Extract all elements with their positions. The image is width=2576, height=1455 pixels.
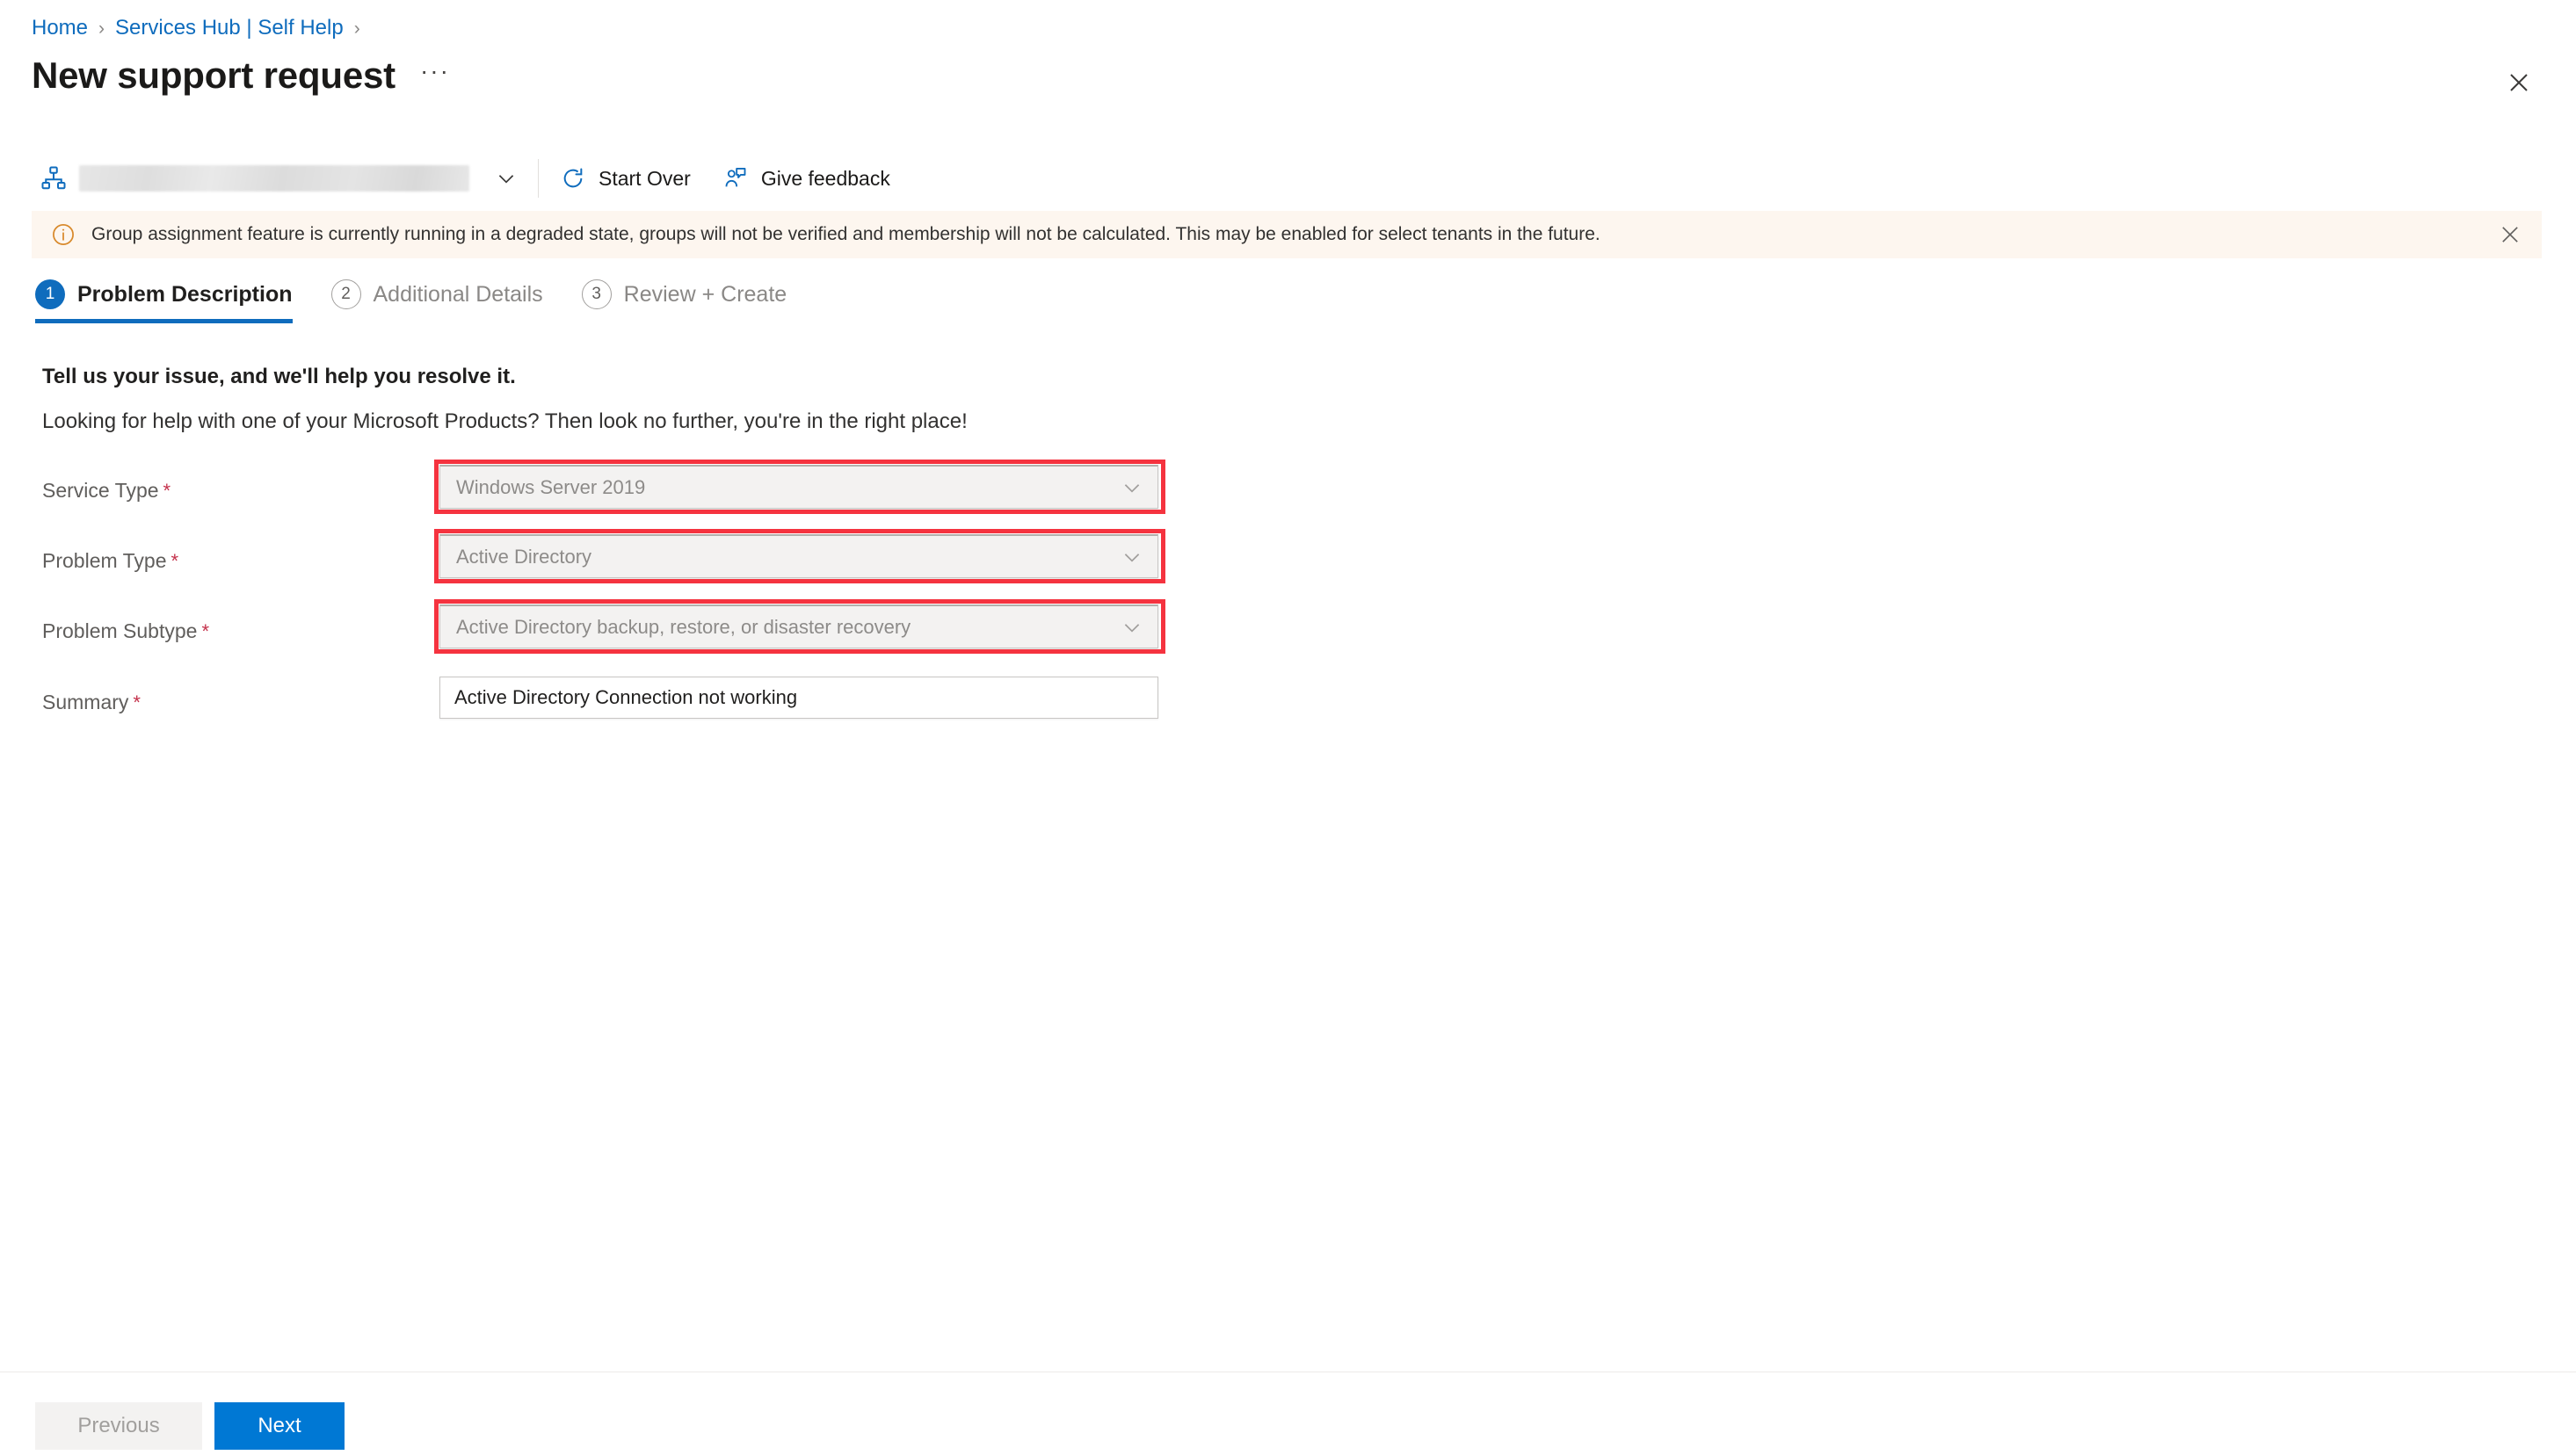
chevron-down-icon <box>1121 476 1143 499</box>
step-number-badge: 1 <box>35 279 65 309</box>
required-asterisk: * <box>201 620 209 642</box>
tenant-chevron-down-icon[interactable] <box>494 166 519 191</box>
breadcrumb-separator-icon: › <box>353 18 360 39</box>
step-label: Additional Details <box>373 281 543 307</box>
step-label: Problem Description <box>77 281 293 307</box>
lead-subtext: Looking for help with one of your Micros… <box>42 409 968 433</box>
problem-subtype-label: Problem Subtype * <box>42 619 209 642</box>
problem-type-dropdown[interactable]: Active Directory <box>439 534 1158 578</box>
info-banner-close-button[interactable] <box>2493 217 2528 252</box>
service-type-dropdown[interactable]: Windows Server 2019 <box>439 465 1158 509</box>
give-feedback-button[interactable]: Give feedback <box>707 157 906 199</box>
service-type-value: Windows Server 2019 <box>456 475 646 498</box>
close-button[interactable] <box>2503 67 2535 98</box>
wizard-steps: 1 Problem Description 2 Additional Detai… <box>35 279 825 323</box>
start-over-button[interactable]: Start Over <box>544 157 707 199</box>
problem-subtype-dropdown[interactable]: Active Directory backup, restore, or dis… <box>439 604 1158 648</box>
problem-type-label: Problem Type * <box>42 549 179 572</box>
info-banner: Group assignment feature is currently ru… <box>32 211 2542 258</box>
tenant-name-redacted <box>79 165 469 192</box>
give-feedback-label: Give feedback <box>760 166 890 190</box>
required-asterisk: * <box>163 480 171 502</box>
required-asterisk: * <box>133 691 141 713</box>
support-request-page: Home › Services Hub | Self Help › New su… <box>0 0 2576 1455</box>
step-additional-details[interactable]: 2 Additional Details <box>330 279 543 323</box>
info-banner-message: Group assignment feature is currently ru… <box>91 224 1600 244</box>
breadcrumb-separator-icon: › <box>98 18 105 39</box>
command-bar: Start Over Give feedback <box>0 151 2576 206</box>
step-number-badge: 2 <box>330 279 361 309</box>
step-review-create[interactable]: 3 Review + Create <box>581 279 787 323</box>
chevron-down-icon <box>1121 546 1143 568</box>
step-label: Review + Create <box>623 281 787 307</box>
breadcrumb-item-services-hub[interactable]: Services Hub | Self Help <box>115 16 344 40</box>
more-options-button[interactable]: ··· <box>420 58 450 88</box>
close-icon <box>2509 73 2529 92</box>
person-feedback-icon <box>722 165 749 192</box>
service-type-label: Service Type * <box>42 479 171 502</box>
chevron-down-icon <box>1121 616 1143 639</box>
info-icon <box>51 222 76 247</box>
tenant-selector[interactable] <box>40 158 469 199</box>
org-hierarchy-icon <box>40 165 67 192</box>
wizard-footer: Previous Next <box>35 1402 345 1450</box>
breadcrumb-item-home[interactable]: Home <box>32 16 88 40</box>
summary-label: Summary * <box>42 691 141 713</box>
step-problem-description[interactable]: 1 Problem Description <box>35 279 293 323</box>
command-bar-divider <box>538 159 539 198</box>
start-over-label: Start Over <box>599 166 691 190</box>
refresh-icon <box>560 165 586 192</box>
title-row: New support request ··· <box>32 51 450 100</box>
required-asterisk: * <box>171 550 179 572</box>
summary-field[interactable] <box>439 677 1158 719</box>
problem-subtype-value: Active Directory backup, restore, or dis… <box>456 615 911 638</box>
summary-input[interactable] <box>454 686 1143 709</box>
problem-type-value: Active Directory <box>456 545 592 568</box>
breadcrumb: Home › Services Hub | Self Help › <box>32 14 371 42</box>
previous-button[interactable]: Previous <box>35 1402 202 1450</box>
lead-heading: Tell us your issue, and we'll help you r… <box>42 365 516 388</box>
next-button[interactable]: Next <box>214 1402 345 1450</box>
page-title: New support request <box>32 54 395 96</box>
step-number-badge: 3 <box>581 279 612 309</box>
